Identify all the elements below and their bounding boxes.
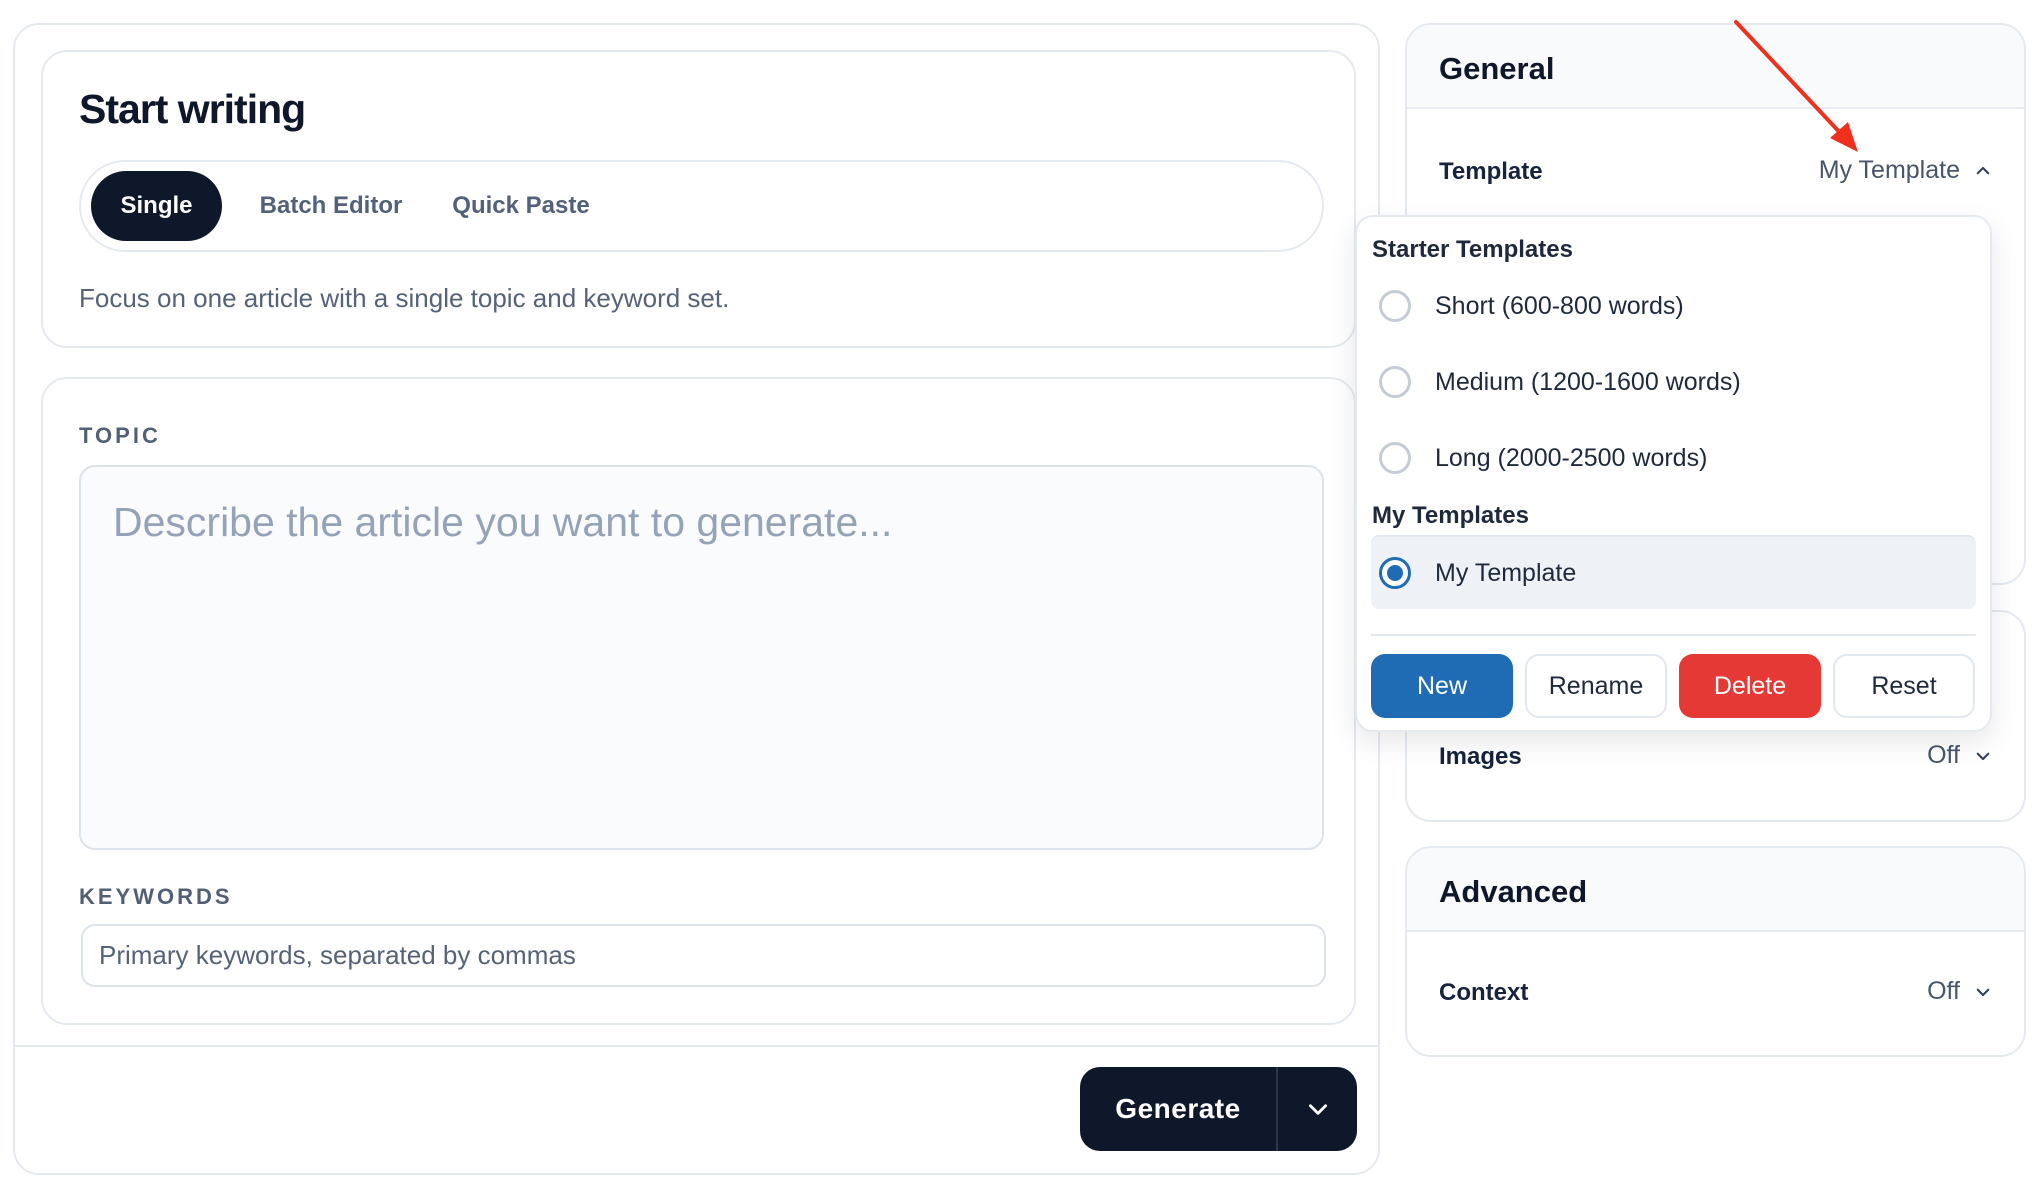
radio-icon (1379, 290, 1411, 322)
start-writing-card: Start writing Single Batch Editor Quick … (41, 50, 1356, 348)
mode-description: Focus on one article with a single topic… (79, 283, 730, 313)
delete-template-button[interactable]: Delete (1679, 654, 1821, 718)
topic-textarea[interactable] (79, 465, 1324, 850)
template-select[interactable]: My Template (1819, 156, 1992, 185)
tab-quick-paste[interactable]: Quick Paste (441, 171, 601, 241)
template-value: My Template (1818, 156, 1960, 184)
chevron-down-icon (1976, 752, 1990, 760)
new-template-button[interactable]: New (1371, 654, 1513, 718)
images-label: Images (1439, 743, 1522, 770)
general-title: General (1439, 51, 1555, 86)
context-label: Context (1439, 979, 1529, 1006)
advanced-title: Advanced (1439, 874, 1588, 909)
option-label: Short (600-800 words) (1435, 291, 1684, 320)
radio-checked-icon (1379, 557, 1411, 589)
my-templates-heading: My Templates (1372, 502, 1529, 529)
images-value: Off (1927, 741, 1960, 769)
rename-template-button[interactable]: Rename (1525, 654, 1667, 718)
template-label: Template (1439, 158, 1543, 185)
keywords-input[interactable] (81, 924, 1326, 987)
footer-divider (15, 1045, 1378, 1047)
topic-card: TOPIC KEYWORDS (41, 377, 1356, 1025)
radio-icon (1379, 442, 1411, 474)
template-option-short[interactable]: Short (600-800 words) (1371, 269, 1976, 343)
template-option-my-template[interactable]: My Template (1371, 535, 1976, 609)
radio-icon (1379, 366, 1411, 398)
reset-template-button[interactable]: Reset (1833, 654, 1975, 718)
generate-options-button[interactable] (1278, 1067, 1357, 1151)
template-dropdown: Starter Templates Short (600-800 words) … (1355, 215, 1992, 732)
option-label: My Template (1435, 558, 1577, 587)
images-select[interactable]: Off (1927, 741, 1992, 770)
editor-panel: Start writing Single Batch Editor Quick … (13, 23, 1380, 1175)
tab-batch-editor[interactable]: Batch Editor (245, 171, 417, 241)
context-select[interactable]: Off (1927, 977, 1992, 1006)
starter-templates-heading: Starter Templates (1372, 236, 1573, 263)
advanced-settings-card: Advanced Context Off (1405, 846, 2026, 1057)
page-title: Start writing (79, 86, 306, 132)
dropdown-divider (1371, 634, 1976, 636)
option-label: Long (2000-2500 words) (1435, 443, 1708, 472)
advanced-header: Advanced (1407, 848, 2024, 932)
general-header: General (1407, 25, 2024, 109)
topic-label: TOPIC (79, 423, 161, 448)
generate-button[interactable]: Generate (1080, 1067, 1276, 1151)
chevron-down-icon (1308, 1104, 1327, 1115)
tab-single[interactable]: Single (91, 171, 222, 241)
template-option-long[interactable]: Long (2000-2500 words) (1371, 421, 1976, 495)
keywords-label: KEYWORDS (79, 884, 233, 909)
mode-tabs: Single Batch Editor Quick Paste (79, 160, 1324, 252)
option-label: Medium (1200-1600 words) (1435, 367, 1741, 396)
chevron-down-icon (1976, 988, 1990, 996)
template-option-medium[interactable]: Medium (1200-1600 words) (1371, 345, 1976, 419)
generate-split-button: Generate (1080, 1067, 1357, 1151)
context-value: Off (1927, 977, 1960, 1005)
chevron-up-icon (1976, 166, 1990, 174)
